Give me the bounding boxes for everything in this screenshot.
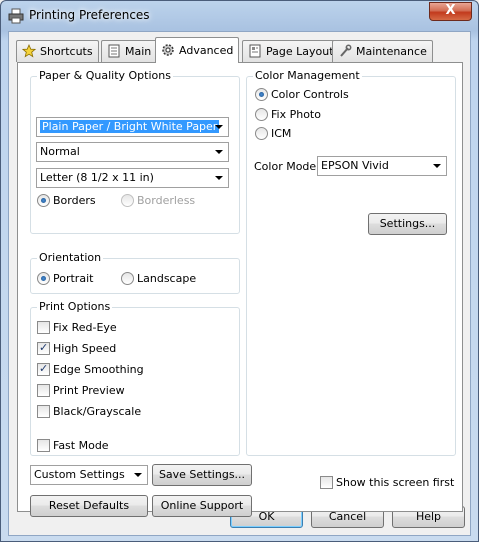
printer-icon bbox=[8, 8, 24, 24]
fast-mode-checkbox[interactable]: Fast Mode bbox=[37, 439, 109, 452]
online-support-button[interactable]: Online Support bbox=[152, 495, 252, 517]
fix-photo-radio[interactable]: Fix Photo bbox=[255, 108, 321, 121]
group-title: Orientation bbox=[37, 251, 104, 264]
tab-maintenance[interactable]: Maintenance bbox=[332, 40, 433, 62]
icm-radio[interactable]: ICM bbox=[255, 127, 291, 140]
checkbox-unchecked-icon bbox=[37, 384, 50, 397]
tab-shortcuts[interactable]: Shortcuts bbox=[16, 40, 99, 62]
radio-selected-icon bbox=[37, 272, 50, 285]
page-layout-icon bbox=[249, 44, 261, 58]
quality-value: Normal bbox=[40, 145, 80, 158]
borderless-radio[interactable]: Borderless bbox=[121, 194, 195, 207]
tab-main[interactable]: Main bbox=[101, 40, 158, 62]
printer-page-icon bbox=[108, 44, 120, 58]
black-grayscale-checkbox[interactable]: Black/Grayscale bbox=[37, 405, 141, 418]
radio-label: Borderless bbox=[137, 194, 196, 207]
gear-icon bbox=[162, 44, 174, 56]
custom-settings-value: Custom Settings bbox=[34, 468, 125, 481]
tab-label: Maintenance bbox=[356, 45, 427, 58]
chevron-down-icon bbox=[215, 125, 223, 129]
close-button[interactable]: X bbox=[429, 2, 472, 21]
paper-type-value: Plain Paper / Bright White Paper bbox=[40, 120, 220, 133]
checkbox-label: Edge Smoothing bbox=[53, 363, 144, 376]
chevron-down-icon bbox=[215, 150, 223, 154]
radio-unselected-icon bbox=[255, 127, 268, 140]
checkbox-checked-icon bbox=[37, 362, 50, 376]
checkbox-label: High Speed bbox=[53, 342, 117, 355]
orientation-group: Orientation Portrait Landscape bbox=[30, 251, 240, 294]
checkbox-label: Black/Grayscale bbox=[53, 405, 142, 418]
wrench-icon bbox=[340, 44, 352, 57]
radio-selected-icon bbox=[37, 194, 50, 207]
portrait-radio[interactable]: Portrait bbox=[37, 272, 93, 285]
radio-label: ICM bbox=[271, 127, 292, 140]
tab-label: Shortcuts bbox=[40, 45, 93, 58]
group-title: Print Options bbox=[37, 300, 113, 313]
checkbox-label: Show this screen first bbox=[336, 476, 455, 489]
paper-type-select[interactable]: Plain Paper / Bright White Paper bbox=[36, 117, 229, 137]
checkbox-label: Fix Red-Eye bbox=[53, 321, 117, 334]
divider bbox=[36, 429, 226, 430]
divider bbox=[252, 147, 450, 148]
radio-label: Borders bbox=[53, 194, 96, 207]
show-screen-first-checkbox[interactable]: Show this screen first bbox=[320, 476, 454, 489]
paper-size-select[interactable]: Letter (8 1/2 x 11 in) bbox=[36, 168, 229, 188]
group-title: Color Management bbox=[253, 69, 362, 82]
checkbox-checked-icon bbox=[37, 341, 50, 355]
checkbox-unchecked-icon bbox=[37, 405, 50, 418]
chevron-down-icon bbox=[215, 176, 223, 180]
checkbox-unchecked-icon bbox=[37, 321, 50, 334]
color-mode-select[interactable]: EPSON Vivid bbox=[317, 156, 447, 176]
advanced-tab-panel: Paper & Quality Options Plain Paper / Br… bbox=[17, 62, 463, 517]
paper-quality-group: Paper & Quality Options Plain Paper / Br… bbox=[30, 69, 240, 234]
star-icon bbox=[22, 44, 36, 58]
tab-advanced[interactable]: Advanced bbox=[155, 37, 240, 63]
high-speed-checkbox[interactable]: High Speed bbox=[37, 341, 117, 355]
radio-label: Portrait bbox=[53, 272, 94, 285]
fix-red-eye-checkbox[interactable]: Fix Red-Eye bbox=[37, 321, 117, 334]
color-settings-button[interactable]: Settings... bbox=[368, 213, 447, 235]
radio-unselected-icon bbox=[121, 194, 134, 207]
edge-smoothing-checkbox[interactable]: Edge Smoothing bbox=[37, 362, 144, 376]
color-mode-label: Color Mode bbox=[254, 160, 317, 173]
window-title: Printing Preferences bbox=[29, 8, 150, 22]
radio-selected-icon bbox=[255, 88, 268, 101]
chevron-down-icon bbox=[433, 164, 441, 168]
color-controls-radio[interactable]: Color Controls bbox=[255, 88, 349, 101]
borders-radio[interactable]: Borders bbox=[37, 194, 96, 207]
dialog-client-area: Shortcuts Main Advanced Page Layout Main… bbox=[8, 31, 471, 536]
group-title: Paper & Quality Options bbox=[37, 69, 173, 82]
checkbox-unchecked-icon bbox=[320, 476, 333, 489]
title-bar[interactable]: Printing Preferences X bbox=[1, 1, 478, 31]
radio-label: Color Controls bbox=[271, 88, 349, 101]
radio-unselected-icon bbox=[121, 272, 134, 285]
save-settings-button[interactable]: Save Settings... bbox=[152, 464, 252, 486]
custom-settings-select[interactable]: Custom Settings bbox=[30, 465, 148, 485]
printing-preferences-window: Printing Preferences X Shortcuts Main Ad… bbox=[0, 0, 479, 542]
paper-size-value: Letter (8 1/2 x 11 in) bbox=[40, 171, 154, 184]
checkbox-label: Print Preview bbox=[53, 384, 125, 397]
color-mode-value: EPSON Vivid bbox=[321, 159, 389, 172]
radio-unselected-icon bbox=[255, 108, 268, 121]
tab-label: Advanced bbox=[179, 44, 234, 57]
tab-label: Main bbox=[125, 45, 152, 58]
print-options-group: Print Options Fix Red-Eye High Speed Edg… bbox=[30, 300, 240, 456]
tab-label: Page Layout bbox=[266, 45, 334, 58]
checkbox-label: Fast Mode bbox=[53, 439, 109, 452]
color-management-group: Color Management Color Controls Fix Phot… bbox=[246, 69, 456, 456]
radio-label: Landscape bbox=[137, 272, 197, 285]
chevron-down-icon bbox=[134, 473, 142, 477]
reset-defaults-button[interactable]: Reset Defaults bbox=[30, 495, 148, 517]
quality-select[interactable]: Normal bbox=[36, 142, 229, 162]
radio-label: Fix Photo bbox=[271, 108, 321, 121]
landscape-radio[interactable]: Landscape bbox=[121, 272, 196, 285]
print-preview-checkbox[interactable]: Print Preview bbox=[37, 384, 125, 397]
checkbox-unchecked-icon bbox=[37, 439, 50, 452]
tab-page-layout[interactable]: Page Layout bbox=[242, 40, 340, 62]
